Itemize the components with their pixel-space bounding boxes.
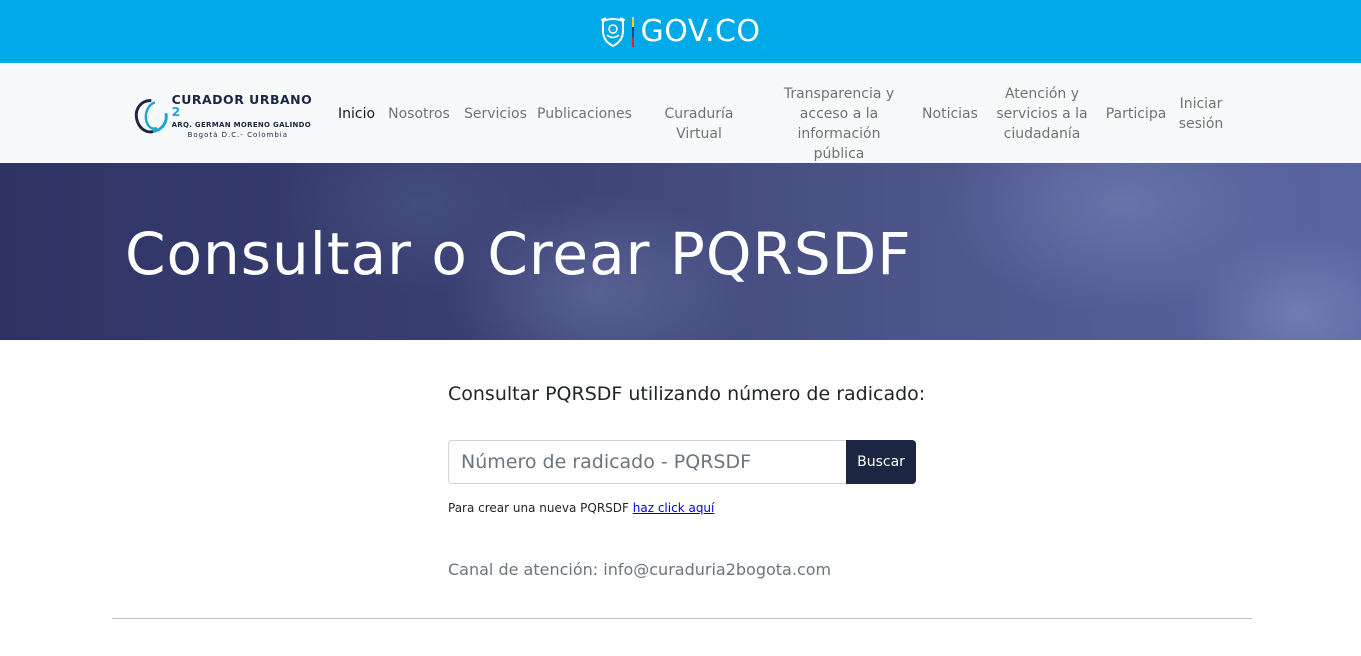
consult-heading: Consultar PQRSDF utilizando número de ra… — [448, 383, 926, 405]
hero-banner: Consultar o Crear PQRSDF — [0, 163, 1361, 340]
nav-item-nosotros[interactable]: Nosotros — [388, 104, 450, 124]
contact-channel: Canal de atención: info@curaduria2bogota… — [448, 560, 832, 579]
curador-urbano-logo[interactable]: CURADOR URBANO 2 ARQ. GERMAN MORENO GALI… — [133, 91, 313, 139]
logo-title: CURADOR URBANO 2 — [171, 91, 313, 119]
radicado-search-group: Buscar — [448, 440, 916, 484]
buscar-button[interactable]: Buscar — [846, 440, 916, 484]
logo-location: Bogotá D.C.- Colombia — [187, 130, 289, 139]
nav-item-iniciar-sesion[interactable]: Iniciar sesión — [1176, 94, 1226, 134]
nav-item-servicios[interactable]: Servicios — [464, 104, 527, 124]
radicado-search-input[interactable] — [448, 440, 846, 484]
flag-separator — [632, 16, 635, 47]
create-pqrsdf-text: Para crear una nueva PQRSDF — [448, 501, 629, 515]
nav-item-transparencia[interactable]: Transparencia y acceso a la información … — [770, 84, 908, 164]
nav-item-atencion-ciudadania[interactable]: Atención y servicios a la ciudadanía — [994, 84, 1090, 144]
logo-mark-icon — [134, 98, 168, 134]
create-pqrsdf-line: Para crear una nueva PQRSDF haz click aq… — [448, 501, 714, 515]
logo-subtitle: ARQ. GERMAN MORENO GALINDO — [171, 120, 311, 129]
colombia-coat-of-arms-icon — [601, 16, 626, 47]
nav-item-noticias[interactable]: Noticias — [921, 104, 979, 124]
nav-item-publicaciones[interactable]: Publicaciones — [537, 104, 632, 124]
create-pqrsdf-link[interactable]: haz click aquí — [633, 501, 715, 515]
main-navbar: CURADOR URBANO 2 ARQ. GERMAN MORENO GALI… — [0, 63, 1361, 163]
footer-divider — [112, 618, 1252, 619]
gov-co-text: GOV.CO — [640, 14, 761, 49]
nav-item-curaduria-virtual[interactable]: Curaduría Virtual — [641, 104, 757, 144]
gov-co-bar: GOV.CO — [0, 0, 1361, 63]
page-title: Consultar o Crear PQRSDF — [125, 220, 912, 288]
nav-item-inicio[interactable]: Inicio — [338, 104, 375, 124]
nav-item-participa[interactable]: Participa — [1104, 104, 1168, 124]
gov-co-brand[interactable]: GOV.CO — [600, 14, 760, 49]
logo-text: CURADOR URBANO 2 ARQ. GERMAN MORENO GALI… — [171, 91, 313, 139]
